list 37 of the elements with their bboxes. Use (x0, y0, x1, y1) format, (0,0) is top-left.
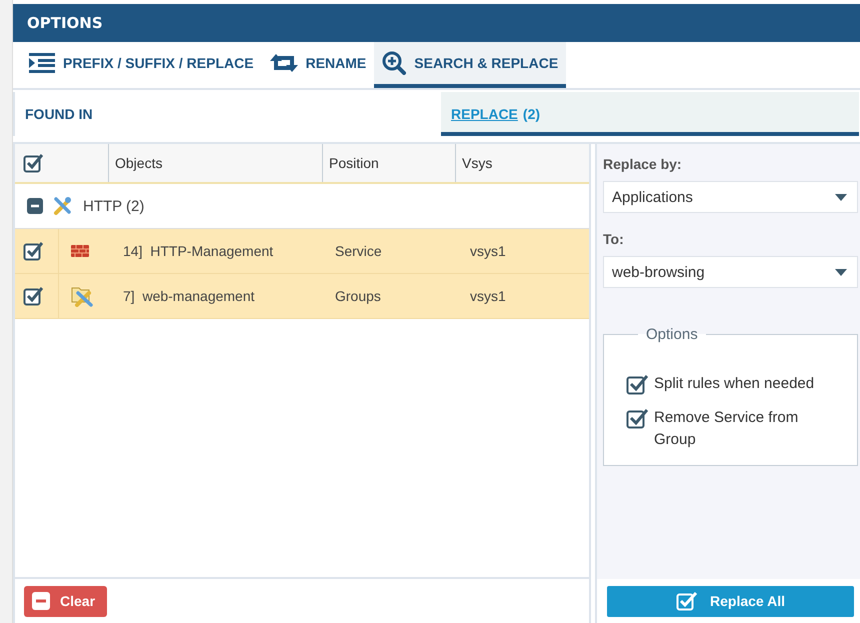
checkbox[interactable] (23, 153, 43, 173)
column-header[interactable]: Position (323, 144, 456, 182)
minus-icon (32, 592, 50, 610)
table-cell-text: vsys1 (469, 242, 507, 261)
checkbox-icon (676, 591, 698, 611)
rename-icon (270, 53, 298, 73)
clear-button[interactable]: Clear (24, 586, 108, 616)
collapse-toggle[interactable] (27, 198, 43, 214)
table-cell-text: 7] web-management (122, 287, 256, 306)
caret-icon (835, 268, 847, 276)
tab[interactable]: RENAME (262, 42, 374, 88)
option-label: Split rules when needed (654, 374, 816, 394)
to-dropdown[interactable]: web-browsing (603, 256, 858, 288)
field-label: To: (603, 231, 625, 247)
search-icon (382, 51, 406, 75)
replace-by-dropdown[interactable]: Applications (603, 181, 858, 213)
table-cell-text: 14] HTTP-Management (122, 242, 274, 261)
brick-wall-icon (71, 245, 89, 257)
tools-icon (53, 196, 73, 216)
group-label: HTTP (2) (83, 198, 144, 214)
tab[interactable]: SEARCH & REPLACE (374, 42, 566, 88)
table-cell-text: vsys1 (469, 287, 507, 306)
tab[interactable]: PREFIX / SUFFIX / REPLACE (21, 42, 262, 88)
caret-icon (835, 194, 847, 200)
table-cell-text: Groups (334, 287, 382, 306)
folder-tools-icon (71, 285, 93, 307)
column-header[interactable]: Vsys (456, 144, 589, 182)
list-icon (29, 53, 55, 73)
options-legend: Options (638, 326, 706, 343)
table-cell-text: Service (334, 242, 383, 261)
window-title: OPTIONS (27, 14, 103, 32)
checkbox[interactable] (23, 241, 43, 261)
section-tab[interactable]: FOUND IN (15, 92, 441, 136)
checkbox[interactable] (23, 286, 43, 306)
column-header[interactable]: Objects (109, 144, 323, 182)
field-label: Replace by: (603, 156, 683, 172)
option-label: Remove Service from Group (654, 408, 800, 450)
